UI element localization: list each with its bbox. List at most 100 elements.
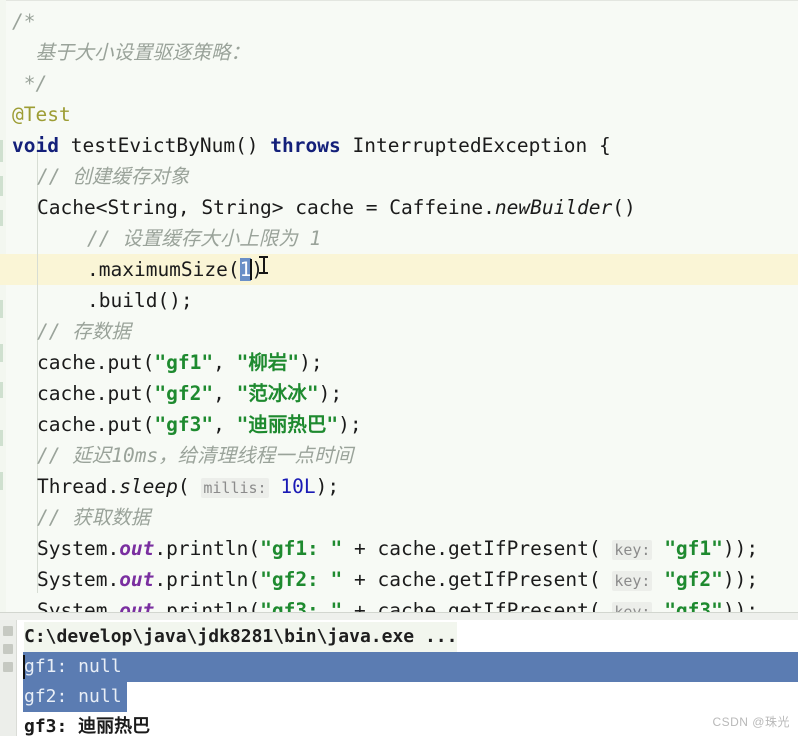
number-literal: 10L bbox=[280, 475, 316, 498]
code-token: System. bbox=[37, 599, 120, 612]
code-token: + cache.getIfPresent( bbox=[342, 537, 613, 560]
code-token: ); bbox=[299, 351, 323, 374]
code-line[interactable]: 基于大小设置驱逐策略： bbox=[12, 37, 250, 68]
string-literal: "迪丽热巴" bbox=[236, 413, 339, 436]
string-literal: "gf3" bbox=[154, 413, 214, 436]
code-line[interactable]: @Test bbox=[12, 99, 71, 130]
code-comment: 基于大小设置驱逐策略： bbox=[12, 41, 250, 64]
code-token: .maximumSize( bbox=[87, 258, 240, 281]
string-literal: "柳岩" bbox=[236, 351, 300, 374]
code-token: out bbox=[119, 599, 155, 612]
parameter-hint: key: bbox=[612, 602, 653, 612]
code-comment: // 创建缓存对象 bbox=[37, 165, 190, 188]
console-caret bbox=[23, 655, 25, 679]
ide-window: /* 基于大小设置驱逐策略： */ @Test void testEvictByNu… bbox=[0, 0, 798, 736]
code-token: + cache.getIfPresent( bbox=[342, 568, 613, 591]
code-editor-pane[interactable]: /* 基于大小设置驱逐策略： */ @Test void testEvictByNu… bbox=[0, 0, 798, 612]
code-token: + cache.getIfPresent( bbox=[342, 599, 613, 612]
code-token: ); bbox=[338, 413, 362, 436]
string-literal: "gf1" bbox=[664, 537, 723, 560]
code-line[interactable]: */ bbox=[12, 68, 48, 99]
run-console-pane[interactable]: C:\develop\java\jdk8281\bin\java.exe ...… bbox=[0, 620, 798, 736]
code-token: newBuilder bbox=[494, 196, 613, 219]
code-token: Thread. bbox=[37, 475, 120, 498]
console-output-line: gf2: null bbox=[24, 686, 122, 707]
console-print-icon[interactable] bbox=[3, 662, 13, 672]
string-literal: "gf2" bbox=[664, 568, 723, 591]
code-line[interactable]: // 延迟10ms，给清理线程一点时间 bbox=[37, 440, 353, 471]
string-literal: "gf3: " bbox=[260, 599, 343, 612]
code-line[interactable]: // 创建缓存对象 bbox=[37, 161, 189, 192]
code-token: , bbox=[213, 351, 237, 374]
string-literal: "gf3" bbox=[664, 599, 723, 612]
annotation-token: @Test bbox=[12, 103, 71, 126]
code-comment: */ bbox=[12, 72, 48, 95]
code-line[interactable]: cache.put("gf2", "范冰冰"); bbox=[37, 378, 342, 409]
code-token: () bbox=[612, 196, 636, 219]
console-output-line: gf1: null bbox=[24, 656, 122, 677]
code-token: ); bbox=[318, 382, 343, 405]
string-literal: "gf2" bbox=[154, 382, 214, 405]
code-line[interactable]: .maximumSize(1) bbox=[87, 254, 263, 285]
console-scroll-icon[interactable] bbox=[3, 626, 13, 636]
code-line[interactable]: Thread.sleep( millis: 10L); bbox=[37, 471, 339, 502]
code-token: out bbox=[119, 537, 155, 560]
code-line[interactable]: cache.put("gf1", "柳岩"); bbox=[37, 347, 323, 378]
string-literal: "范冰冰" bbox=[236, 382, 319, 405]
code-token: sleep bbox=[119, 475, 178, 498]
code-line[interactable]: // 获取数据 bbox=[37, 502, 150, 533]
code-line[interactable]: /* bbox=[12, 6, 35, 37]
code-token: .build(); bbox=[87, 289, 193, 312]
code-line[interactable]: System.out.println("gf3: " + cache.getIf… bbox=[37, 595, 758, 612]
code-comment: // 设置缓存大小上限为 1 bbox=[87, 227, 322, 250]
code-token: cache.put( bbox=[37, 413, 155, 436]
parameter-hint: millis: bbox=[201, 478, 269, 498]
parameter-hint: key: bbox=[612, 571, 653, 591]
code-token: Cache<String, String> cache = Caffeine. bbox=[37, 196, 495, 219]
code-lines-container[interactable]: /* 基于大小设置驱逐策略： */ @Test void testEvictByNu… bbox=[0, 0, 798, 612]
code-token: InterruptedException { bbox=[340, 134, 611, 157]
code-line[interactable]: cache.put("gf3", "迪丽热巴"); bbox=[37, 409, 362, 440]
console-command-line: C:\develop\java\jdk8281\bin\java.exe ... bbox=[24, 622, 458, 652]
string-literal: "gf1: " bbox=[260, 537, 343, 560]
string-literal: "gf1" bbox=[154, 351, 214, 374]
code-token: .println( bbox=[154, 568, 261, 591]
code-token: cache.put( bbox=[37, 382, 155, 405]
code-line[interactable]: void testEvictByNum() throws Interrupted… bbox=[12, 130, 611, 161]
code-token: cache.put( bbox=[37, 351, 155, 374]
code-token: .println( bbox=[154, 537, 261, 560]
console-toolbar[interactable] bbox=[0, 620, 17, 736]
code-token: )); bbox=[722, 599, 759, 612]
code-token: System. bbox=[37, 537, 120, 560]
code-token: , bbox=[213, 382, 237, 405]
code-token: , bbox=[213, 413, 237, 436]
code-token: )); bbox=[722, 568, 759, 591]
code-line[interactable]: System.out.println("gf2: " + cache.getIf… bbox=[37, 564, 758, 595]
code-token: .println( bbox=[154, 599, 261, 612]
code-line[interactable]: System.out.println("gf1: " + cache.getIf… bbox=[37, 533, 758, 564]
code-comment: // 获取数据 bbox=[37, 506, 151, 529]
text-ibeam-cursor bbox=[258, 255, 269, 275]
code-line[interactable]: // 设置缓存大小上限为 1 bbox=[87, 223, 321, 254]
code-comment: // 延迟10ms，给清理线程一点时间 bbox=[37, 444, 354, 467]
code-token: ( bbox=[177, 475, 202, 498]
code-token: System. bbox=[37, 568, 120, 591]
code-line[interactable]: // 存数据 bbox=[37, 316, 131, 347]
code-comment: /* bbox=[12, 10, 36, 33]
code-token: ); bbox=[315, 475, 340, 498]
console-selection-band bbox=[23, 652, 798, 682]
console-soft-wrap-icon[interactable] bbox=[3, 644, 13, 654]
code-comment: // 存数据 bbox=[37, 320, 131, 343]
parameter-hint: key: bbox=[612, 540, 653, 560]
string-literal: "gf2: " bbox=[260, 568, 343, 591]
console-output-line: gf3: 迪丽热巴 bbox=[24, 716, 151, 736]
csdn-watermark: CSDN @珠光 bbox=[712, 715, 790, 729]
code-line[interactable]: .build(); bbox=[87, 285, 193, 316]
code-line[interactable]: Cache<String, String> cache = Caffeine.n… bbox=[37, 192, 636, 223]
code-token: testEvictByNum() bbox=[58, 134, 271, 157]
code-token: out bbox=[119, 568, 155, 591]
